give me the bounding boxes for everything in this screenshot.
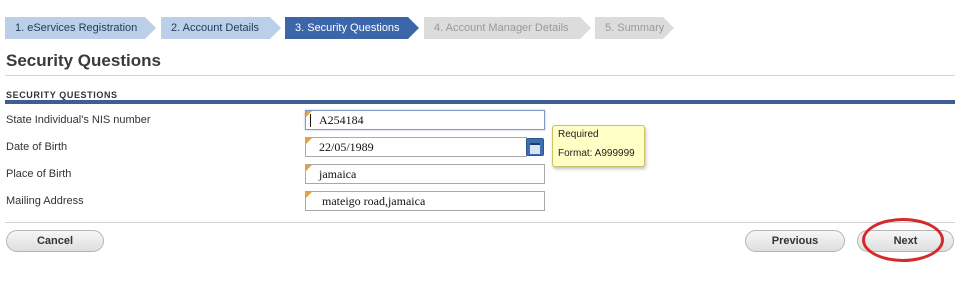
- place-of-birth-field[interactable]: jamaica: [305, 164, 545, 184]
- step-label: 3. Security Questions: [295, 22, 400, 34]
- mailing-address-field[interactable]: mateigo road,jamaica: [305, 191, 545, 211]
- next-highlight-circle: [862, 218, 944, 262]
- step-security-questions: 3. Security Questions: [285, 17, 419, 39]
- step-label: 5. Summary: [605, 22, 665, 34]
- title-divider: [5, 75, 955, 76]
- calendar-icon: [530, 143, 540, 154]
- tooltip-format-text: Format: A999999: [558, 148, 635, 159]
- place-of-birth-value: jamaica: [319, 167, 357, 181]
- text-cursor: [310, 114, 311, 127]
- mailing-address-label: Mailing Address: [6, 195, 84, 207]
- required-marker: [306, 192, 312, 198]
- section-divider: [5, 100, 955, 104]
- footer-divider: [5, 222, 955, 223]
- nis-number-value: A254184: [319, 113, 364, 127]
- step-account-manager-details: 4. Account Manager Details: [424, 17, 591, 39]
- nis-number-field[interactable]: A254184: [305, 110, 545, 130]
- calendar-button[interactable]: [526, 138, 544, 156]
- step-label: 1. eServices Registration: [15, 22, 138, 34]
- step-label: 4. Account Manager Details: [434, 22, 569, 34]
- section-title: SECURITY QUESTIONS: [6, 90, 118, 100]
- required-marker: [306, 165, 312, 171]
- required-marker: [306, 138, 312, 144]
- step-label: 2. Account Details: [171, 22, 260, 34]
- place-of-birth-label: Place of Birth: [6, 168, 72, 180]
- page-title: Security Questions: [6, 51, 161, 70]
- validation-tooltip: Required Format: A999999: [552, 125, 645, 167]
- cancel-button[interactable]: Cancel: [6, 230, 104, 252]
- required-marker: [306, 111, 312, 117]
- mailing-address-value: mateigo road,jamaica: [322, 194, 426, 208]
- step-eservices-registration: 1. eServices Registration: [5, 17, 156, 39]
- previous-button[interactable]: Previous: [745, 230, 845, 252]
- step-account-details: 2. Account Details: [161, 17, 281, 39]
- date-of-birth-value: 22/05/1989: [319, 140, 374, 154]
- nis-label: State Individual's NIS number: [6, 114, 151, 126]
- tooltip-required-text: Required: [558, 129, 599, 140]
- date-of-birth-field[interactable]: 22/05/1989: [305, 137, 527, 157]
- dob-label: Date of Birth: [6, 141, 68, 153]
- step-summary: 5. Summary: [595, 17, 674, 39]
- wizard-steps: 1. eServices Registration 2. Account Det…: [5, 17, 675, 39]
